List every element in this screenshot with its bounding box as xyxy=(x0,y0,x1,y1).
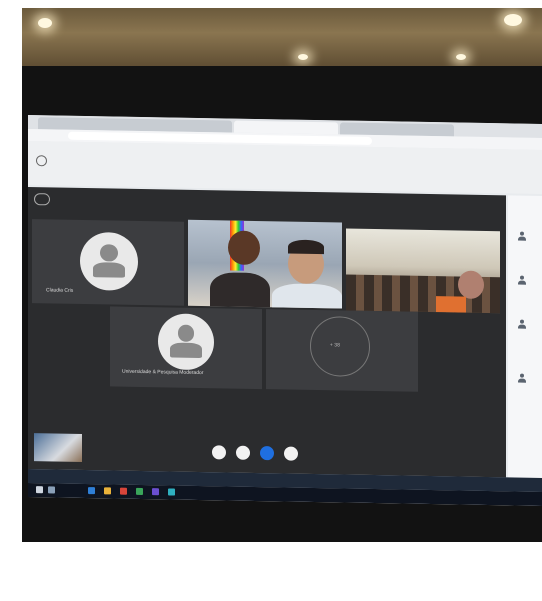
person-head xyxy=(458,270,484,299)
taskbar-app-icon[interactable] xyxy=(88,487,95,495)
ceiling xyxy=(22,8,542,70)
participant-video xyxy=(346,228,500,314)
ceiling-lamp xyxy=(298,54,308,60)
info-icon xyxy=(36,155,47,167)
participant-icon xyxy=(518,275,526,285)
participant-name: Claudia Cris xyxy=(46,287,74,294)
taskbar-app-icon[interactable] xyxy=(168,488,175,496)
laptop-screen: Claudia Cris Universidade & Pesquisa Mod… xyxy=(28,115,542,506)
start-icon[interactable] xyxy=(36,486,43,494)
person-shirt xyxy=(272,283,342,309)
participant-icon xyxy=(518,319,526,329)
overflow-tile: + 38 xyxy=(266,309,418,392)
ceiling-lamp xyxy=(456,54,466,60)
share-button[interactable] xyxy=(284,446,298,461)
taskbar-app-icon[interactable] xyxy=(104,487,111,495)
participant-name: Universidade & Pesquisa Moderador xyxy=(122,368,204,377)
person-hair xyxy=(288,239,324,255)
self-view xyxy=(34,433,82,462)
camera-button[interactable] xyxy=(260,446,274,461)
search-icon[interactable] xyxy=(48,486,55,494)
overflow-count: + 38 xyxy=(330,342,340,349)
microphone-button[interactable] xyxy=(236,445,250,460)
participant-icon xyxy=(518,373,526,383)
taskbar-app-icon[interactable] xyxy=(120,487,127,495)
avatar xyxy=(158,313,214,371)
participant-icon xyxy=(518,231,526,241)
ceiling-lamp xyxy=(38,18,52,28)
taskbar-app-icon[interactable] xyxy=(152,488,159,496)
photo: Claudia Cris Universidade & Pesquisa Mod… xyxy=(22,8,542,542)
participants-panel xyxy=(508,195,542,478)
taskbar-app-icon[interactable] xyxy=(136,487,143,496)
ceiling-lamp xyxy=(504,14,522,26)
avatar xyxy=(80,231,138,291)
person-body xyxy=(210,272,270,309)
person-head xyxy=(228,230,260,266)
user-avatar-button[interactable] xyxy=(212,445,226,460)
notice-bar xyxy=(28,141,542,194)
participant-video xyxy=(188,219,342,309)
person-shirt xyxy=(436,296,466,313)
participant-tile: Universidade & Pesquisa Moderador xyxy=(110,306,262,390)
participant-tile: Claudia Cris xyxy=(32,219,184,306)
overflow-ring xyxy=(310,315,370,377)
menu-button[interactable] xyxy=(34,193,50,206)
video-call-area: Claudia Cris Universidade & Pesquisa Mod… xyxy=(28,187,506,478)
